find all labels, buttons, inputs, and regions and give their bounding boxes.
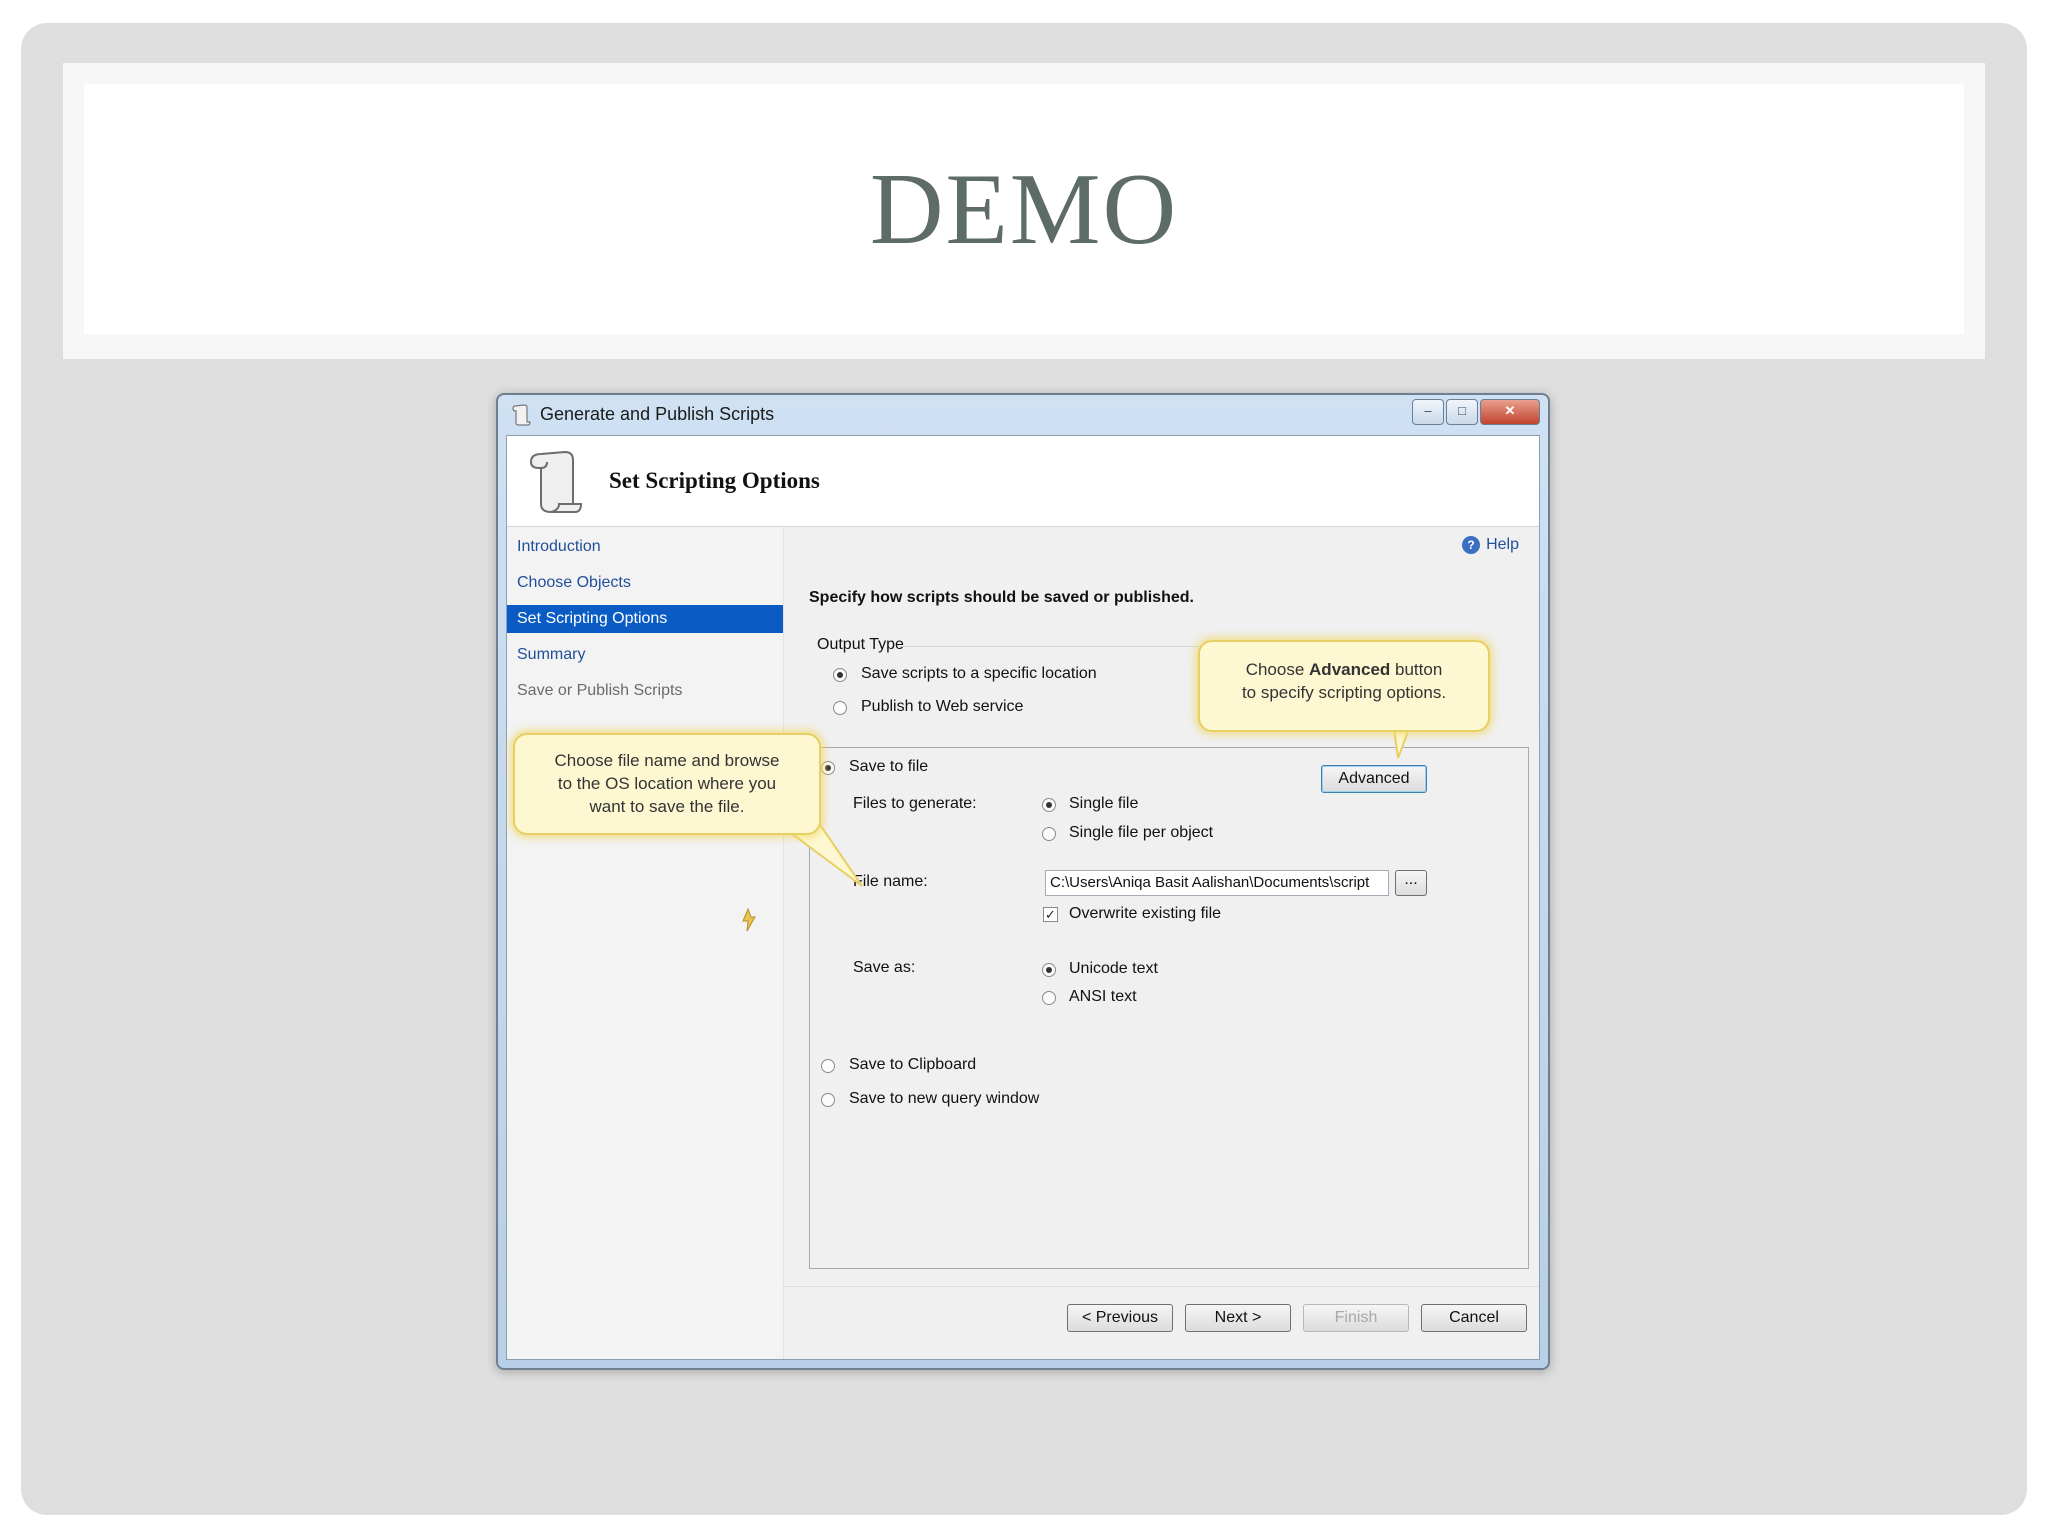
wizard-page-title: Set Scripting Options bbox=[609, 468, 820, 493]
nav-item-set-scripting-options[interactable]: Set Scripting Options bbox=[507, 605, 783, 633]
ansi-text-label: ANSI text bbox=[1069, 988, 1137, 1005]
files-to-generate-label: Files to generate: bbox=[853, 795, 977, 812]
callout-advanced-bold: Advanced bbox=[1309, 660, 1391, 679]
radio-save-to-clipboard[interactable] bbox=[821, 1059, 835, 1073]
script-scroll-icon bbox=[529, 450, 583, 513]
save-to-location-label: Save scripts to a specific location bbox=[861, 665, 1097, 682]
generate-publish-dialog: Generate and Publish Scripts – □ ✕ Set S… bbox=[496, 393, 1550, 1370]
minimize-button[interactable]: – bbox=[1412, 399, 1444, 425]
unicode-text-label: Unicode text bbox=[1069, 960, 1158, 977]
callout-advanced-post: button bbox=[1390, 660, 1443, 679]
nav-item-save-or-publish[interactable]: Save or Publish Scripts bbox=[507, 677, 783, 705]
save-to-new-query-label: Save to new query window bbox=[849, 1090, 1040, 1107]
callout-advanced-line2: to specify scripting options. bbox=[1241, 683, 1447, 702]
instruction-text: Specify how scripts should be saved or p… bbox=[809, 589, 1194, 606]
browse-button[interactable]: ... bbox=[1395, 870, 1427, 896]
callout-file-line1: Choose file name and browse bbox=[554, 751, 780, 770]
callout-file-line3: want to save the file. bbox=[589, 797, 745, 816]
radio-save-to-location[interactable] bbox=[833, 668, 847, 682]
help-link[interactable]: ? Help bbox=[1462, 536, 1519, 554]
cancel-button[interactable]: Cancel bbox=[1421, 1304, 1527, 1332]
file-name-input[interactable]: C:\Users\Aniqa Basit Aalishan\Documents\… bbox=[1045, 870, 1389, 896]
maximize-button[interactable]: □ bbox=[1446, 399, 1478, 425]
save-as-label: Save as: bbox=[853, 959, 916, 976]
radio-single-file[interactable] bbox=[1042, 798, 1056, 812]
wizard-header: Set Scripting Options bbox=[507, 436, 1539, 527]
slide-title: DEMO bbox=[869, 152, 1179, 266]
overwrite-checkbox[interactable]: ✓ bbox=[1043, 907, 1058, 922]
radio-publish-web-service[interactable] bbox=[833, 701, 847, 715]
window-controls: – □ ✕ bbox=[1410, 399, 1540, 425]
callout-advanced-pre: Choose bbox=[1245, 660, 1310, 679]
nav-item-choose-objects[interactable]: Choose Objects bbox=[507, 569, 783, 597]
help-icon: ? bbox=[1462, 536, 1481, 554]
save-to-clipboard-label: Save to Clipboard bbox=[849, 1056, 977, 1073]
dialog-titlebar[interactable]: Generate and Publish Scripts – □ ✕ bbox=[498, 395, 1548, 435]
radio-save-to-new-query[interactable] bbox=[821, 1093, 835, 1107]
callout-advanced: Choose Advanced button to specify script… bbox=[1198, 640, 1490, 732]
next-button[interactable]: Next > bbox=[1185, 1304, 1291, 1332]
dialog-title: Generate and Publish Scripts bbox=[540, 404, 775, 424]
single-file-per-object-label: Single file per object bbox=[1069, 824, 1214, 841]
previous-button[interactable]: < Previous bbox=[1067, 1304, 1173, 1332]
advanced-button[interactable]: Advanced bbox=[1321, 765, 1427, 793]
radio-save-to-file[interactable] bbox=[821, 761, 835, 775]
overwrite-label: Overwrite existing file bbox=[1069, 905, 1222, 922]
radio-ansi-text[interactable] bbox=[1042, 991, 1056, 1005]
publish-web-service-label: Publish to Web service bbox=[861, 698, 1024, 715]
callout-advanced-line1: Choose Advanced button bbox=[1200, 658, 1488, 681]
radio-unicode-text[interactable] bbox=[1042, 963, 1056, 977]
close-button[interactable]: ✕ bbox=[1480, 399, 1540, 425]
nav-item-introduction[interactable]: Introduction bbox=[507, 533, 783, 561]
output-type-label: Output Type bbox=[817, 636, 904, 653]
callout-file-name: Choose file name and browse to the OS lo… bbox=[513, 733, 821, 835]
single-file-label: Single file bbox=[1069, 795, 1139, 812]
wizard-nav: Introduction Choose Objects Set Scriptin… bbox=[507, 527, 784, 1359]
save-to-file-label: Save to file bbox=[849, 758, 929, 775]
script-scroll-icon bbox=[512, 404, 531, 426]
help-label: Help bbox=[1486, 536, 1519, 553]
dialog-client-area: Set Scripting Options Introduction Choos… bbox=[506, 435, 1540, 1360]
output-type-divider bbox=[899, 646, 1199, 647]
button-bar-divider bbox=[783, 1286, 1539, 1287]
radio-single-file-per-object[interactable] bbox=[1042, 827, 1056, 841]
cursor-icon bbox=[742, 907, 756, 932]
finish-button[interactable]: Finish bbox=[1303, 1304, 1409, 1332]
title-box: DEMO bbox=[84, 84, 1964, 334]
callout-file-line2: to the OS location where you bbox=[557, 774, 777, 793]
nav-item-summary[interactable]: Summary bbox=[507, 641, 783, 669]
